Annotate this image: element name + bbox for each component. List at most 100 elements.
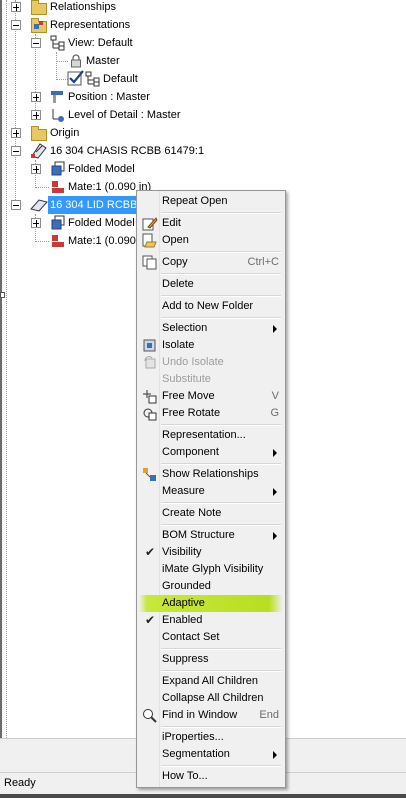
tree-item-level-of-detail[interactable]: Level of Detail : Master	[0, 106, 220, 124]
menu-item-collapse-all-children[interactable]: Collapse All Children	[139, 690, 283, 707]
edit-icon	[142, 216, 158, 231]
menu-item-grounded[interactable]: Grounded	[139, 578, 283, 595]
menu-separator	[161, 463, 281, 465]
tree-item-label: Folded Model	[68, 217, 135, 229]
menu-item-label: Free Rotate	[162, 407, 221, 419]
sheet-metal-part-icon	[30, 142, 47, 159]
tree-item-label: Mate:1 (0.090	[68, 235, 136, 247]
menu-item-label: BOM Structure	[162, 529, 235, 541]
tree-item-representations[interactable]: Representations	[0, 16, 200, 34]
menu-item-find-in-window[interactable]: Find in Window End	[139, 707, 283, 724]
menu-item-imate-glyph-visibility[interactable]: iMate Glyph Visibility	[139, 561, 283, 578]
menu-item-label: Repeat Open	[162, 195, 228, 207]
menu-item-expand-all-children[interactable]: Expand All Children	[139, 673, 283, 690]
tree-item-origin[interactable]: Origin	[0, 124, 200, 142]
menu-item-label: Enabled	[162, 614, 203, 626]
tree-item-label: Relationships	[50, 1, 117, 13]
tree-item-label: Origin	[50, 127, 80, 139]
folder-icon	[30, 0, 47, 15]
menu-separator	[161, 251, 281, 253]
tree-item-position[interactable]: Position : Master	[0, 88, 200, 106]
expand-icon[interactable]	[11, 128, 21, 138]
collapse-icon[interactable]	[11, 146, 21, 156]
menu-item-measure[interactable]: Measure	[139, 483, 283, 500]
position-rep-icon	[50, 89, 66, 105]
menu-item-contact-set[interactable]: Contact Set	[139, 629, 283, 646]
tree-item-label: Level of Detail : Master	[68, 109, 181, 121]
menu-item-add-to-new-folder[interactable]: Add to New Folder	[139, 298, 283, 315]
menu-separator	[161, 273, 281, 275]
collapse-icon[interactable]	[31, 38, 41, 48]
menu-item-shortcut: Ctrl+C	[247, 256, 279, 268]
menu-item-show-relationships[interactable]: Show Relationships	[139, 466, 283, 483]
menu-item-selection[interactable]: Selection	[139, 320, 283, 337]
context-menu: Repeat Open Edit Open Copy Ctrl+C Delete…	[136, 190, 286, 788]
expand-icon[interactable]	[31, 164, 41, 174]
menu-item-repeat-open[interactable]: Repeat Open	[139, 193, 283, 210]
menu-item-delete[interactable]: Delete	[139, 276, 283, 293]
expand-icon[interactable]	[31, 110, 41, 120]
menu-item-enabled[interactable]: ✔ Enabled	[139, 612, 283, 629]
menu-item-suppress[interactable]: Suppress	[139, 651, 283, 668]
view-rep-icon	[85, 71, 101, 87]
menu-item-isolate[interactable]: Isolate	[139, 337, 283, 354]
menu-item-shortcut: End	[259, 709, 279, 721]
tree-item-view-default[interactable]: View: Default	[0, 34, 200, 52]
tree-item-master[interactable]: Master	[0, 52, 200, 70]
menu-item-undo-isolate[interactable]: Undo Isolate	[139, 354, 283, 371]
menu-item-label: Add to New Folder	[162, 300, 254, 312]
menu-item-component[interactable]: Component	[139, 444, 283, 461]
submenu-arrow-icon	[273, 449, 277, 457]
menu-item-label: Free Move	[162, 390, 215, 402]
splitter-handle[interactable]	[0, 292, 5, 298]
menu-separator	[161, 502, 281, 504]
copy-icon	[142, 255, 158, 270]
tree-item-label: Master	[86, 55, 120, 67]
menu-item-adaptive[interactable]: Adaptive	[139, 595, 283, 612]
menu-item-free-move[interactable]: Free Move V	[139, 388, 283, 405]
menu-item-copy[interactable]: Copy Ctrl+C	[139, 254, 283, 271]
menu-item-substitute[interactable]: Substitute	[139, 371, 283, 388]
menu-item-how-to[interactable]: How To...	[139, 768, 283, 785]
free-move-icon	[142, 389, 158, 404]
collapse-icon[interactable]	[11, 20, 21, 30]
menu-item-representation[interactable]: Representation...	[139, 427, 283, 444]
menu-item-label: Find in Window	[162, 709, 238, 721]
sheet-metal-part-icon	[30, 197, 48, 213]
tree-item-folded-model[interactable]: Folded Model	[0, 160, 200, 178]
menu-item-create-note[interactable]: Create Note	[139, 505, 283, 522]
menu-item-bom-structure[interactable]: BOM Structure	[139, 527, 283, 544]
menu-item-free-rotate[interactable]: Free Rotate G	[139, 405, 283, 422]
isolate-icon	[142, 338, 158, 353]
menu-item-iproperties[interactable]: iProperties...	[139, 729, 283, 746]
tree-item-default[interactable]: Default	[0, 70, 200, 88]
folded-model-icon	[50, 215, 66, 231]
tree-item-relationships[interactable]: Relationships	[0, 0, 200, 16]
checkmark-icon[interactable]	[67, 70, 84, 86]
free-rotate-icon	[142, 406, 158, 421]
menu-separator	[161, 295, 281, 297]
menu-item-segmentation[interactable]: Segmentation	[139, 746, 283, 763]
menu-item-visibility[interactable]: ✔ Visibility	[139, 544, 283, 561]
submenu-arrow-icon	[273, 325, 277, 333]
menu-item-edit[interactable]: Edit	[139, 215, 283, 232]
expand-icon[interactable]	[31, 92, 41, 102]
tree-item-label: View: Default	[68, 37, 133, 49]
tree-item-label: Position : Master	[68, 91, 150, 103]
folded-model-icon	[50, 161, 66, 177]
relationships-icon	[142, 467, 158, 482]
menu-item-label: Adaptive	[162, 597, 205, 609]
tree-item-label: Representations	[50, 19, 131, 31]
submenu-arrow-icon	[273, 751, 277, 759]
mate-constraint-icon	[50, 179, 66, 195]
menu-item-label: Contact Set	[162, 631, 220, 643]
expand-icon[interactable]	[31, 218, 41, 228]
tree-item-chasis-part[interactable]: 16 304 CHASIS RCBB 61479:1	[0, 142, 260, 160]
expand-icon[interactable]	[11, 2, 21, 12]
zoom-icon	[142, 708, 158, 723]
tree-item-label: Default	[103, 73, 138, 85]
menu-separator	[161, 765, 281, 767]
collapse-icon[interactable]	[11, 200, 21, 210]
menu-item-open[interactable]: Open	[139, 232, 283, 249]
menu-item-label: Undo Isolate	[162, 356, 224, 368]
